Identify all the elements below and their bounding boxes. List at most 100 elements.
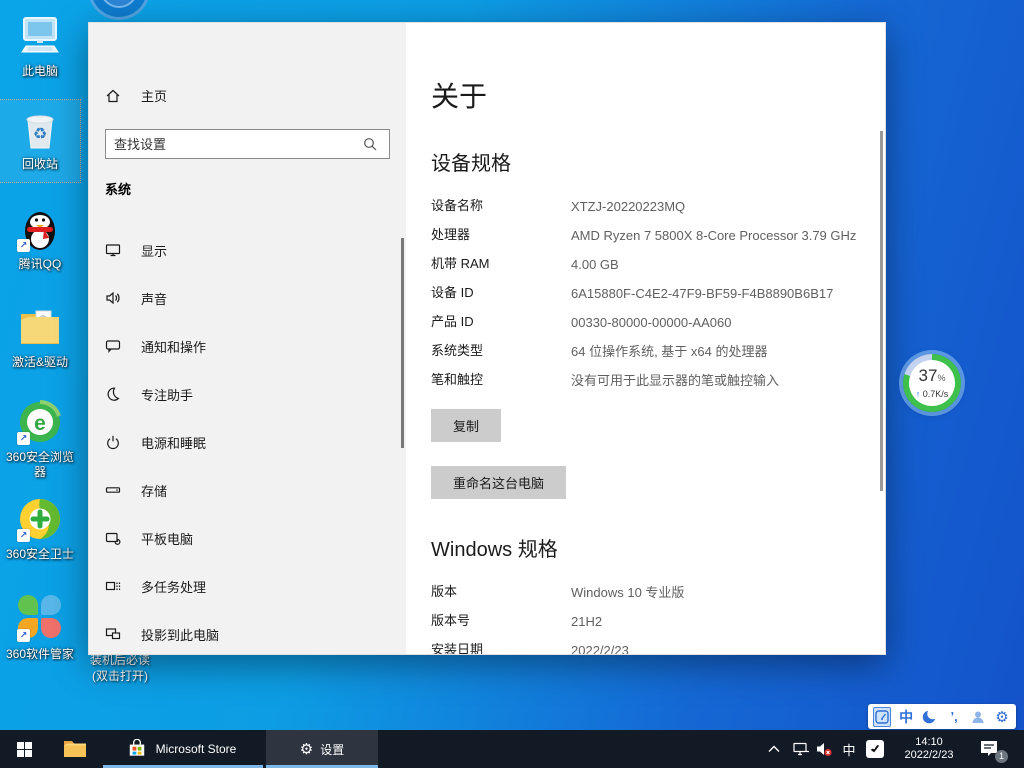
microsoft-store-icon [127, 739, 147, 759]
spec-label: 笔和触控 [431, 372, 571, 390]
spec-value: 00330-80000-00000-AA060 [571, 314, 731, 332]
about-page: 关于 设备规格 设备名称 XTZJ-20220223MQ 处理器 AMD Ryz… [406, 23, 886, 655]
desktop: 此电脑 ♻ 回收站 ↗ 腾讯QQ [0, 0, 1024, 768]
spec-label: 处理器 [431, 227, 571, 245]
ime-settings-gear-icon[interactable]: ⚙ [993, 707, 1011, 727]
spec-row: 产品 ID 00330-80000-00000-AA060 [431, 314, 857, 332]
desktop-icon-this-pc[interactable]: 此电脑 [0, 12, 80, 79]
action-center-button[interactable]: 1 [972, 730, 1012, 768]
sidebar-item-label: 投影到此电脑 [141, 625, 219, 644]
sidebar-scrollbar[interactable] [401, 238, 404, 448]
tray-network-icon[interactable] [789, 730, 813, 768]
settings-label: 设置 [320, 741, 344, 758]
desktop-icon-tencent-qq[interactable]: ↗ 腾讯QQ [0, 205, 80, 272]
desktop-icon-360-software-manager[interactable]: ↗ 360软件管家 [0, 593, 80, 662]
tray-chevron-up-icon[interactable] [763, 730, 785, 768]
notification-bubble-icon [105, 338, 121, 354]
ime-user-icon[interactable] [969, 707, 987, 727]
spec-row: 系统类型 64 位操作系统, 基于 x64 的处理器 [431, 343, 857, 361]
copy-button[interactable]: 复制 [431, 409, 501, 442]
clock-date: 2022/2/23 [893, 749, 965, 762]
ime-moon-icon[interactable] [921, 707, 939, 727]
file-explorer-button[interactable] [58, 730, 92, 768]
notification-count-badge: 1 [995, 750, 1008, 763]
sidebar-item-storage[interactable]: 存储 [89, 466, 403, 514]
desktop-icon-activation-driver[interactable]: 激活&驱动 [0, 303, 80, 370]
sidebar-item-label: 电源和睡眠 [141, 433, 206, 452]
desktop-icon-readme-label[interactable]: 装机后必读(双击打开) [84, 652, 156, 684]
sidebar-item-tablet[interactable]: 平板电脑 [89, 514, 403, 562]
spec-label: 机带 RAM [431, 256, 571, 274]
ime-punctuation-icon[interactable]: ’, [945, 707, 963, 727]
net-speed-value: 0.7K/s [923, 389, 949, 399]
sidebar-item-sound[interactable]: 声音 [89, 274, 403, 322]
home-icon [105, 88, 121, 104]
spec-value: Windows 10 专业版 [571, 584, 684, 602]
taskbar-microsoft-store-button[interactable]: Microsoft Store [100, 730, 263, 768]
search-box [105, 129, 390, 159]
spec-label: 产品 ID [431, 314, 571, 332]
spec-label: 系统类型 [431, 343, 571, 361]
rename-pc-button[interactable]: 重命名这台电脑 [431, 466, 566, 499]
tray-360-icon[interactable] [862, 730, 888, 768]
sidebar-item-power-sleep[interactable]: 电源和睡眠 [89, 418, 403, 466]
spec-label: 设备名称 [431, 198, 571, 216]
spec-row: 安装日期 2022/2/23 [431, 642, 857, 655]
recycle-bin-icon: ♻ [16, 105, 64, 153]
folder-icon [63, 739, 87, 759]
spec-value: 2022/2/23 [571, 642, 629, 655]
desktop-icon-label: 此电脑 [0, 64, 80, 79]
device-spec-heading: 设备规格 [431, 147, 857, 176]
sidebar-item-multitasking[interactable]: 多任务处理 [89, 562, 403, 610]
spec-value: 21H2 [571, 613, 602, 631]
sidebar-item-display[interactable]: 显示 [89, 226, 403, 274]
windows-logo-icon [17, 742, 32, 757]
multitask-icon [105, 578, 121, 594]
page-title: 关于 [431, 75, 857, 115]
spec-row: 设备名称 XTZJ-20220223MQ [431, 198, 857, 216]
folder-icon [16, 303, 64, 351]
windows-spec-heading: Windows 规格 [431, 533, 857, 562]
memory-percent: 37 [919, 366, 938, 385]
sidebar-item-projecting[interactable]: 投影到此电脑 [89, 610, 403, 655]
taskbar-settings-button[interactable]: ⚙ 设置 [266, 730, 378, 768]
qq-icon: ↗ [16, 205, 64, 253]
ime-chinese-icon[interactable]: 中 [897, 707, 915, 727]
sidebar-item-focus-assist[interactable]: 专注助手 [89, 370, 403, 418]
desktop-icon-360-safeguard[interactable]: ↗ 360安全卫士 [0, 495, 80, 562]
settings-window: 设置 — ✕ 主页 [88, 22, 886, 655]
desktop-icon-recycle-bin[interactable]: ♻ 回收站 [0, 100, 80, 182]
projecting-icon [105, 626, 121, 642]
spec-row: 机带 RAM 4.00 GB [431, 256, 857, 274]
spec-value: 没有可用于此显示器的笔或触控输入 [571, 372, 779, 390]
desktop-icon-label: 回收站 [0, 157, 80, 172]
clock-time: 14:10 [893, 736, 965, 749]
spec-label: 设备 ID [431, 285, 571, 303]
desktop-icon-label: 360软件管家 [0, 647, 80, 662]
desktop-icon-360-browser[interactable]: e ↗ 360安全浏览器 [0, 398, 80, 480]
sidebar-item-notifications[interactable]: 通知和操作 [89, 322, 403, 370]
display-icon [105, 242, 121, 258]
tray-volume-muted-icon[interactable] [812, 730, 836, 768]
search-input[interactable] [106, 137, 363, 152]
desktop-icon-label: 360安全浏览器 [0, 450, 80, 480]
spec-value: AMD Ryzen 7 5800X 8-Core Processor 3.79 … [571, 227, 856, 245]
spec-label: 版本 [431, 584, 571, 602]
tray-ime-indicator[interactable]: 中 [838, 730, 860, 768]
power-icon [105, 434, 121, 450]
ime-mode-icon[interactable] [873, 707, 891, 727]
net-speed-widget[interactable]: 37% ↑ 0.7K/s [903, 354, 961, 412]
taskbar: Microsoft Store ⚙ 设置 中 [0, 730, 1024, 768]
sidebar-item-label: 多任务处理 [141, 577, 206, 596]
svg-text:e: e [34, 412, 46, 435]
start-button[interactable] [0, 730, 48, 768]
search-icon[interactable] [363, 137, 389, 151]
gear-icon: ⚙ [300, 740, 313, 758]
sidebar-item-label: 通知和操作 [141, 337, 206, 356]
content-scrollbar[interactable] [880, 131, 883, 491]
sidebar-item-home[interactable]: 主页 [105, 86, 167, 105]
spec-value: XTZJ-20220223MQ [571, 198, 685, 216]
settings-sidebar: 主页 系统 显示 [89, 23, 406, 655]
taskbar-clock[interactable]: 14:10 2022/2/23 [893, 736, 965, 762]
360-software-manager-icon: ↗ [16, 595, 64, 643]
